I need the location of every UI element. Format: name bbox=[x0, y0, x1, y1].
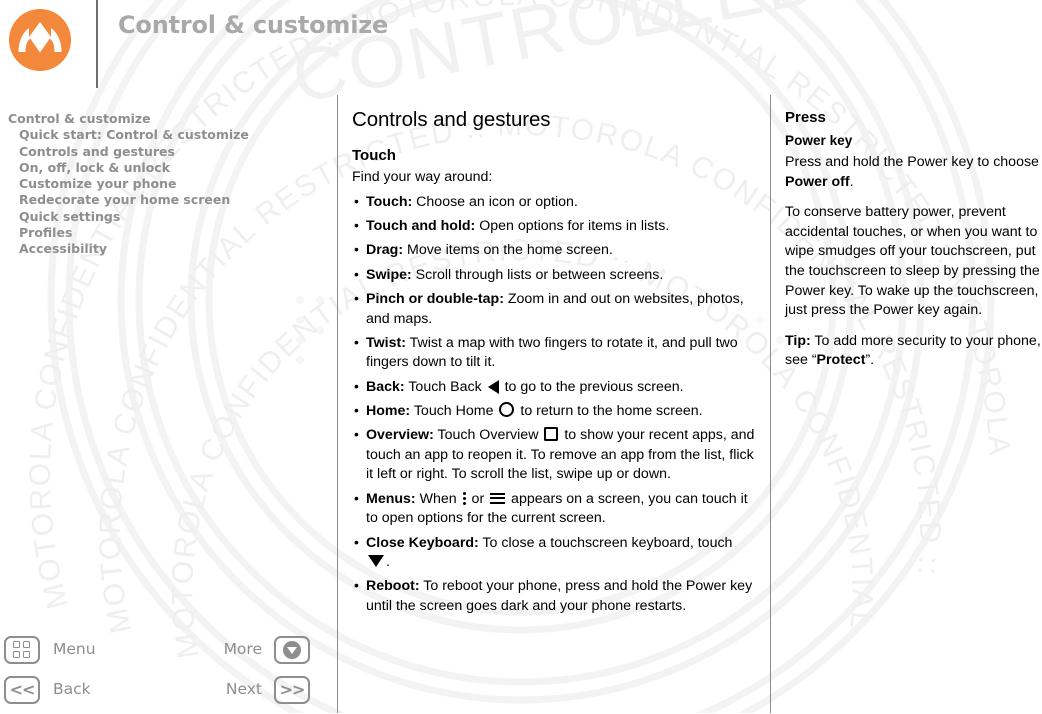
bullet-term: Close Keyboard: bbox=[366, 534, 479, 551]
bullet-text: Touch Home bbox=[410, 402, 498, 419]
vertical-dots-icon bbox=[462, 491, 466, 506]
right-column-divider bbox=[770, 95, 771, 713]
header-divider bbox=[96, 0, 98, 88]
bullet-term: Home: bbox=[366, 402, 411, 419]
bullet-text: Move items on the home screen. bbox=[403, 242, 613, 259]
sidebar-item-customize-your-phone[interactable]: Customize your phone bbox=[8, 176, 328, 192]
bullet-text: Open options for items in lists. bbox=[475, 218, 670, 235]
bottom-navigation: Menu More << Back Next >> bbox=[0, 636, 330, 713]
bullet-term: Back: bbox=[366, 378, 405, 395]
sidebar-item-controls-and-gestures[interactable]: Controls and gestures bbox=[8, 144, 328, 160]
list-item: Back: Touch Back to go to the previous s… bbox=[352, 377, 756, 398]
sidebar-item-accessibility[interactable]: Accessibility bbox=[8, 241, 328, 257]
more-label[interactable]: More bbox=[224, 640, 274, 658]
tip-label: Tip: bbox=[785, 332, 811, 349]
bullet-text: to go to the previous screen. bbox=[500, 378, 684, 395]
list-item: Menus: When or appears on a screen, you … bbox=[352, 489, 756, 529]
more-button[interactable] bbox=[274, 636, 310, 664]
aside-p1-bold: Power off bbox=[785, 173, 850, 190]
bullet-text: Touch Back bbox=[404, 378, 486, 395]
back-button[interactable]: << bbox=[4, 676, 40, 704]
motorola-m-logo-icon bbox=[9, 9, 71, 71]
lead-paragraph: Find your way around: bbox=[352, 169, 493, 185]
chevron-down-circle-icon bbox=[283, 641, 301, 659]
down-triangle-icon bbox=[368, 555, 384, 568]
tip-bold: Protect bbox=[816, 352, 866, 369]
bullet-text: Touch Overview bbox=[433, 427, 543, 444]
bullet-term: Menus: bbox=[366, 490, 416, 507]
bullet-term: Touch and hold: bbox=[366, 218, 476, 235]
left-column-divider bbox=[337, 95, 338, 713]
list-item: Touch and hold: Open options for items i… bbox=[352, 216, 756, 237]
list-item: Touch: Choose an icon or option. bbox=[352, 192, 756, 213]
bullet-term: Drag: bbox=[366, 242, 404, 259]
overview-square-icon bbox=[544, 427, 559, 442]
tip-after: ”. bbox=[865, 352, 875, 369]
aside-paragraph-1: Press and hold the Power key to choose P… bbox=[785, 153, 1042, 192]
bullet-text: to return to the home screen. bbox=[516, 402, 703, 419]
home-circle-icon bbox=[499, 401, 515, 417]
nav-row-menu: Menu More bbox=[0, 636, 330, 674]
bullet-text: Twist a map with two fingers to rotate i… bbox=[366, 334, 738, 371]
double-chevron-left-icon: << bbox=[9, 680, 36, 699]
table-of-contents: Control & customize Quick start: Control… bbox=[8, 111, 328, 258]
menu-button[interactable] bbox=[4, 636, 40, 664]
sidebar-item-on-off-lock-unlock[interactable]: On, off, lock & unlock bbox=[8, 160, 328, 176]
bullet-text: To reboot your phone, press and hold the… bbox=[366, 578, 753, 615]
bullet-text: or bbox=[467, 490, 489, 507]
list-item: Reboot: To reboot your phone, press and … bbox=[352, 576, 756, 616]
grid-icon bbox=[12, 640, 32, 660]
page-title: Control & customize bbox=[118, 11, 389, 39]
list-item: Twist: Twist a map with two fingers to r… bbox=[352, 333, 756, 373]
sidebar-item-redecorate-home[interactable]: Redecorate your home screen bbox=[8, 192, 328, 208]
bullet-term: Twist: bbox=[366, 334, 406, 351]
bullet-text: Scroll through lists or between screens. bbox=[411, 266, 664, 283]
hamburger-menu-icon bbox=[490, 492, 506, 505]
aside-p1-before: Press and hold the Power key to choose bbox=[785, 154, 1039, 170]
sidebar-item-quick-settings[interactable]: Quick settings bbox=[8, 209, 328, 225]
bullet-text: Choose an icon or option. bbox=[412, 194, 578, 210]
bullet-term: Pinch or double-tap: bbox=[366, 290, 504, 307]
aside-title: Press bbox=[785, 109, 826, 126]
list-item: Swipe: Scroll through lists or between s… bbox=[352, 265, 756, 286]
nav-row-back: << Back Next >> bbox=[0, 676, 330, 714]
bullet-text: To close a touchscreen keyboard, touch bbox=[478, 534, 733, 551]
next-button[interactable]: >> bbox=[274, 676, 310, 704]
sidebar-item-profiles[interactable]: Profiles bbox=[8, 225, 328, 241]
aside-subtitle: Power key bbox=[785, 133, 853, 148]
list-item: Overview: Touch Overview to show your re… bbox=[352, 425, 756, 485]
gesture-list: Touch: Choose an icon or option. Touch a… bbox=[352, 192, 756, 617]
page-header: Control & customize bbox=[0, 0, 1042, 90]
aside-content: Press Power key Press and hold the Power… bbox=[785, 108, 1042, 382]
subsection-title: Touch bbox=[352, 147, 396, 164]
aside-tip: Tip: To add more security to your phone,… bbox=[785, 332, 1042, 371]
double-chevron-right-icon: >> bbox=[279, 680, 306, 699]
sidebar-item-control-customize[interactable]: Control & customize bbox=[8, 111, 328, 127]
bullet-term: Reboot: bbox=[366, 578, 420, 595]
bullet-term: Touch: bbox=[366, 194, 413, 210]
aside-paragraph-2: To conserve battery power, prevent accid… bbox=[785, 204, 1040, 319]
list-item: Close Keyboard: To close a touchscreen k… bbox=[352, 533, 756, 573]
back-triangle-icon bbox=[487, 379, 499, 394]
section-title: Controls and gestures bbox=[352, 108, 551, 131]
bullet-text: When bbox=[415, 490, 461, 507]
sidebar-item-quick-start[interactable]: Quick start: Control & customize bbox=[8, 127, 328, 143]
back-label[interactable]: Back bbox=[53, 680, 91, 698]
menu-label[interactable]: Menu bbox=[53, 640, 96, 658]
aside-p1-after: . bbox=[849, 173, 854, 190]
bullet-text: . bbox=[386, 554, 390, 571]
list-item: Drag: Move items on the home screen. bbox=[352, 240, 756, 261]
bullet-term: Swipe: bbox=[366, 266, 412, 283]
next-label[interactable]: Next bbox=[226, 680, 274, 698]
list-item: Pinch or double-tap: Zoom in and out on … bbox=[352, 289, 756, 329]
main-content: Controls and gestures Touch Find your wa… bbox=[352, 108, 756, 621]
list-item: Home: Touch Home to return to the home s… bbox=[352, 401, 756, 422]
bullet-term: Overview: bbox=[366, 427, 434, 444]
